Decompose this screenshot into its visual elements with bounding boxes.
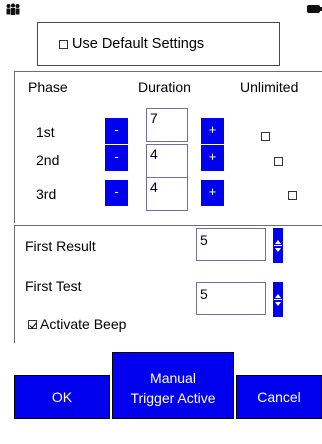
phase-1-duration-input[interactable]: 7 (146, 108, 188, 142)
default-settings-check-icon[interactable] (59, 39, 68, 49)
use-default-settings-checkbox[interactable]: Use Default Settings (37, 22, 280, 66)
ok-button[interactable]: OK (14, 375, 110, 419)
first-test-label: First Test (25, 278, 82, 294)
default-settings-label: Use Default Settings (72, 36, 205, 52)
phase-3-minus-button[interactable]: - (105, 180, 128, 206)
phase-3-unlimited-checkbox[interactable] (287, 191, 297, 200)
spin-up-icon[interactable] (275, 240, 281, 244)
phase-2-duration-input[interactable]: 4 (146, 144, 188, 178)
phase-1-minus-button[interactable]: - (105, 118, 128, 144)
first-result-input[interactable]: 5 (196, 228, 266, 261)
manual-trigger-button[interactable]: Manual Trigger Active (112, 352, 234, 419)
phase-row-2-label: 2nd (36, 152, 60, 168)
phase-2-plus-button[interactable]: + (201, 145, 224, 171)
first-result-spinner[interactable] (273, 228, 283, 263)
phase-3-duration-input[interactable]: 4 (146, 177, 188, 211)
phase-2-unlimited-checkbox[interactable] (274, 157, 284, 166)
status-bar (0, 0, 322, 20)
duration-header: Duration (138, 79, 191, 95)
first-test-spinner[interactable] (273, 282, 283, 317)
cancel-button[interactable]: Cancel (236, 375, 322, 419)
activate-beep-label: Activate Beep (40, 316, 127, 332)
phase-row-3-label: 3rd (36, 186, 57, 202)
spin-up-icon[interactable] (275, 294, 281, 298)
spin-down-icon[interactable] (275, 248, 281, 252)
manual-trigger-line2: Trigger Active (130, 389, 216, 406)
phase-2-minus-button[interactable]: - (105, 145, 128, 171)
phase-3-plus-button[interactable]: + (201, 180, 224, 206)
activate-beep-checkbox[interactable]: Activate Beep (28, 316, 126, 332)
first-test-input[interactable]: 5 (196, 282, 266, 315)
unlimited-header: Unlimited (240, 79, 299, 95)
battery-icon (307, 5, 322, 13)
spin-down-icon[interactable] (275, 302, 281, 306)
phase-1-unlimited-checkbox[interactable] (261, 132, 270, 141)
phase-1-plus-button[interactable]: + (201, 118, 224, 144)
activate-beep-check-icon[interactable] (28, 319, 37, 329)
phase-row-1-label: 1st (36, 124, 55, 140)
phase-header: Phase (28, 79, 68, 95)
manual-trigger-line1: Manual (150, 369, 196, 386)
people-icon (6, 3, 20, 15)
first-result-label: First Result (25, 238, 96, 254)
